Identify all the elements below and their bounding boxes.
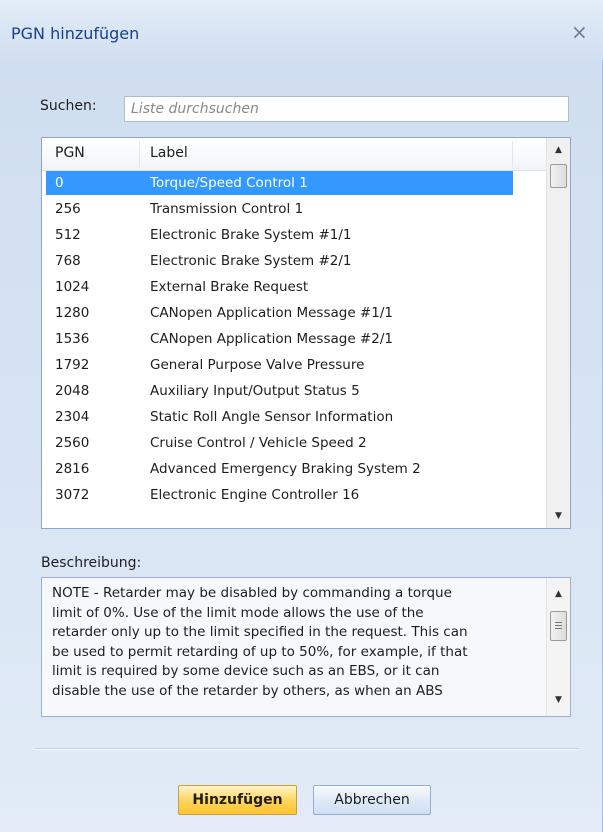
search-label: Suchen: xyxy=(40,98,97,114)
description-box[interactable]: NOTE - Retarder may be disabled by comma… xyxy=(41,577,571,717)
separator xyxy=(35,748,579,749)
column-divider[interactable] xyxy=(512,141,513,167)
table-row[interactable]: 1280 CANopen Application Message #1/1 xyxy=(42,301,546,325)
column-divider[interactable] xyxy=(139,141,140,167)
cell-pgn: 1536 xyxy=(55,331,90,347)
description-scrollbar[interactable]: ▲ ▼ xyxy=(546,578,570,716)
cell-pgn: 256 xyxy=(55,201,81,217)
cell-pgn: 768 xyxy=(55,253,81,269)
cell-pgn: 1792 xyxy=(55,357,90,373)
column-header-label[interactable]: Label xyxy=(150,145,188,161)
add-button[interactable]: Hinzufügen xyxy=(178,785,297,815)
table-row[interactable]: 768 Electronic Brake System #2/1 xyxy=(42,249,546,273)
cell-pgn: 2304 xyxy=(55,409,90,425)
cell-label: CANopen Application Message #1/1 xyxy=(150,305,393,321)
title-bar[interactable]: PGN hinzufügen × xyxy=(0,0,603,60)
cancel-button[interactable]: Abbrechen xyxy=(313,785,431,815)
grip-line xyxy=(555,625,562,626)
table-row[interactable]: 1024 External Brake Request xyxy=(42,275,546,299)
table-row[interactable]: 512 Electronic Brake System #1/1 xyxy=(42,223,546,247)
cell-label: Transmission Control 1 xyxy=(150,201,304,217)
description-text: NOTE - Retarder may be disabled by comma… xyxy=(52,585,468,699)
cell-label: Electronic Engine Controller 16 xyxy=(150,487,360,503)
table-row[interactable]: 256 Transmission Control 1 xyxy=(42,197,546,221)
cell-label: Advanced Emergency Braking System 2 xyxy=(150,461,421,477)
cell-pgn: 512 xyxy=(55,227,81,243)
grip-line xyxy=(555,628,562,629)
close-icon[interactable]: × xyxy=(571,20,588,44)
scroll-up-icon[interactable]: ▲ xyxy=(547,140,570,160)
cell-label: External Brake Request xyxy=(150,279,309,295)
scroll-down-icon[interactable]: ▼ xyxy=(547,506,570,526)
table-row[interactable]: 2816 Advanced Emergency Braking System 2 xyxy=(42,457,546,481)
cell-label: Electronic Brake System #2/1 xyxy=(150,253,352,269)
dialog-title: PGN hinzufügen xyxy=(11,24,140,43)
cell-pgn: 2048 xyxy=(55,383,90,399)
cell-pgn: 2560 xyxy=(55,435,90,451)
cell-label: CANopen Application Message #2/1 xyxy=(150,331,393,347)
table-row[interactable]: 2560 Cruise Control / Vehicle Speed 2 xyxy=(42,431,546,455)
cell-pgn: 3072 xyxy=(55,487,90,503)
grip-line xyxy=(555,622,562,623)
description-label: Beschreibung: xyxy=(41,555,142,571)
table-row[interactable]: 2304 Static Roll Angle Sensor Information xyxy=(42,405,546,429)
list-scrollbar[interactable]: ▲ ▼ xyxy=(546,138,570,528)
cell-pgn: 2816 xyxy=(55,461,90,477)
table-row[interactable]: 1792 General Purpose Valve Pressure xyxy=(42,353,546,377)
table-row[interactable]: 3072 Electronic Engine Controller 16 xyxy=(42,483,546,507)
cell-label: Torque/Speed Control 1 xyxy=(150,175,308,191)
table-row[interactable]: 0 Torque/Speed Control 1 xyxy=(42,171,546,195)
scroll-thumb[interactable] xyxy=(550,611,567,641)
search-input[interactable] xyxy=(124,96,569,122)
column-header-pgn[interactable]: PGN xyxy=(55,145,85,161)
table-row[interactable]: 1536 CANopen Application Message #2/1 xyxy=(42,327,546,351)
table-row[interactable]: 2048 Auxiliary Input/Output Status 5 xyxy=(42,379,546,403)
cell-label: General Purpose Valve Pressure xyxy=(150,357,365,373)
cell-label: Cruise Control / Vehicle Speed 2 xyxy=(150,435,367,451)
scroll-down-icon[interactable]: ▼ xyxy=(547,690,570,710)
list-header: PGN Label xyxy=(42,138,546,171)
cell-pgn: 1280 xyxy=(55,305,90,321)
cell-pgn: 1024 xyxy=(55,279,90,295)
cell-label: Auxiliary Input/Output Status 5 xyxy=(150,383,360,399)
cell-label: Electronic Brake System #1/1 xyxy=(150,227,352,243)
add-pgn-dialog: PGN hinzufügen × Suchen: PGN Label 0 Torq… xyxy=(0,0,603,832)
pgn-list[interactable]: PGN Label 0 Torque/Speed Control 1 256 Tran… xyxy=(41,137,571,529)
scroll-thumb[interactable] xyxy=(550,164,567,188)
scroll-up-icon[interactable]: ▲ xyxy=(547,584,570,604)
cell-pgn: 0 xyxy=(55,175,64,191)
cell-label: Static Roll Angle Sensor Information xyxy=(150,409,394,425)
